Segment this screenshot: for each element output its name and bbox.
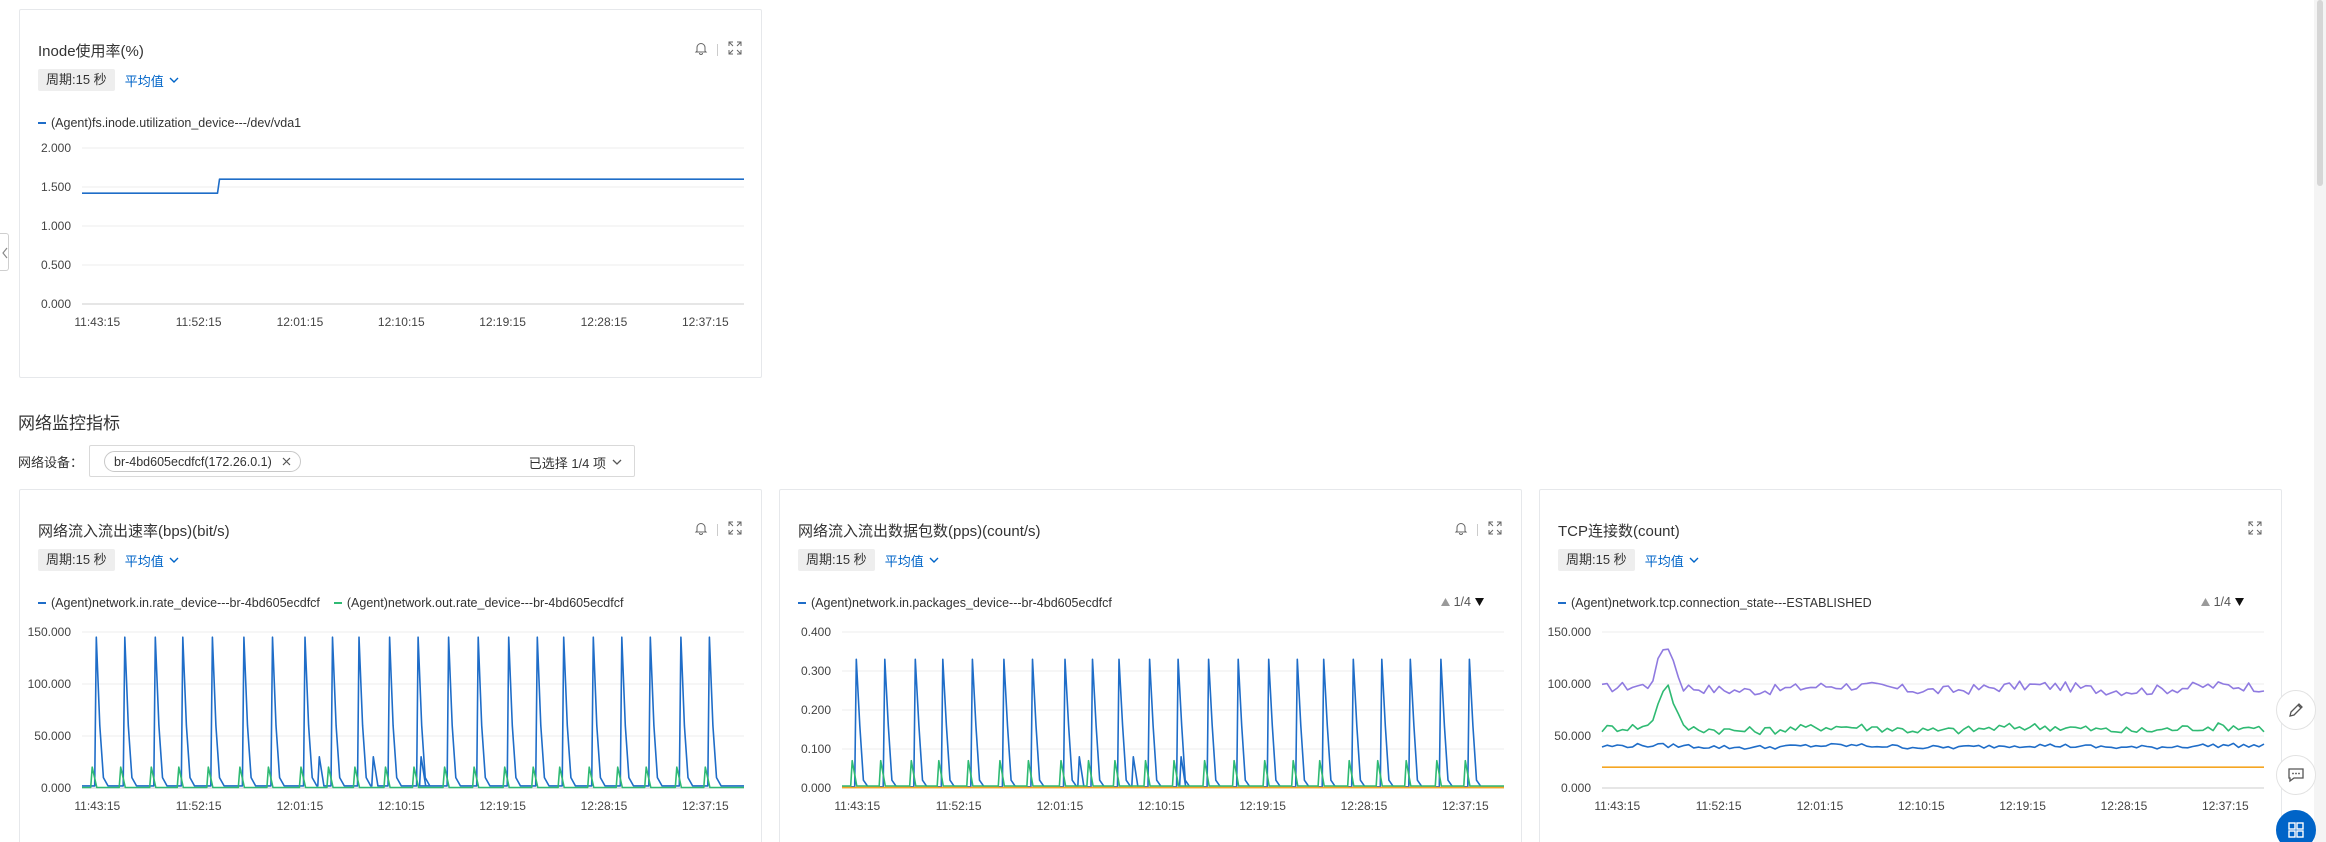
series-line <box>82 178 744 194</box>
chat-icon <box>2288 768 2304 783</box>
apps-button[interactable] <box>2276 810 2316 842</box>
edit-button[interactable] <box>2276 690 2316 730</box>
apps-icon <box>2288 822 2304 838</box>
device-tag: br-4bd605ecdfcf(172.26.0.1) <box>104 451 301 472</box>
device-selected-count: 已选择 1/4 项 <box>529 453 622 472</box>
y-tick-label: 150.000 <box>28 625 72 639</box>
y-tick-label: 50.000 <box>1554 729 1591 743</box>
x-tick-label: 12:10:15 <box>378 799 425 813</box>
device-label: 网络设备： <box>18 455 84 470</box>
y-tick-label: 0.500 <box>41 258 71 272</box>
x-tick-label: 12:10:15 <box>378 315 425 329</box>
series-line <box>1601 742 2265 750</box>
inode-chart-card: Inode使用率(%) 周期:15 秒 平均值 (Agent)fs.inode.… <box>19 9 762 378</box>
chevron-down-icon <box>612 459 622 465</box>
chevron-left-icon <box>2 247 8 259</box>
network-section-title: 网络监控指标 <box>18 414 120 433</box>
x-tick-label: 12:19:15 <box>479 315 526 329</box>
y-tick-label: 0.200 <box>801 703 831 717</box>
y-tick-label: 0.000 <box>801 781 831 795</box>
x-tick-label: 12:28:15 <box>2101 799 2148 813</box>
traffic-chart: 0.000 50.000 100.000 150.000 11:43:15 11:52:1… <box>28 625 744 813</box>
y-tick-label: 0.300 <box>801 664 831 678</box>
x-tick-label: 12:19:15 <box>1999 799 2046 813</box>
page-scrollbar[interactable] <box>2314 0 2326 842</box>
x-tick-label: 12:37:15 <box>682 799 729 813</box>
close-icon[interactable] <box>282 457 291 466</box>
x-tick-label: 12:19:15 <box>479 799 526 813</box>
x-tick-label: 12:37:15 <box>682 315 729 329</box>
device-tag-label: br-4bd605ecdfcf(172.26.0.1) <box>114 454 272 469</box>
x-tick-label: 12:19:15 <box>1239 799 1286 813</box>
y-tick-label: 0.000 <box>1561 781 1591 795</box>
traffic-chart-card: 网络流入流出速率(bps)(bit/s) 周期:15 秒 平均值 (Agent)… <box>19 489 762 842</box>
x-tick-label: 11:52:15 <box>936 799 982 813</box>
x-tick-label: 11:43:15 <box>834 799 880 813</box>
x-tick-label: 12:01:15 <box>277 315 324 329</box>
scrollbar-thumb[interactable] <box>2317 0 2323 186</box>
y-tick-label: 0.400 <box>801 625 831 639</box>
y-tick-label: 2.000 <box>41 141 71 155</box>
tcp-chart-card: TCP连接数(count) 周期:15 秒 平均值 (Agent)network… <box>1539 489 2282 842</box>
x-tick-label: 12:28:15 <box>581 799 628 813</box>
y-tick-label: 0.000 <box>41 297 71 311</box>
inode-chart: 0.000 0.500 1.000 1.500 2.000 11:43:15 11:52:1… <box>41 141 744 329</box>
tcp-chart: 0.000 50.000 100.000 150.000 11:43:15 11:52:1… <box>1548 625 2265 813</box>
y-tick-label: 0.000 <box>41 781 71 795</box>
x-tick-label: 11:43:15 <box>74 315 120 329</box>
y-tick-label: 150.000 <box>1548 625 1592 639</box>
x-tick-label: 12:01:15 <box>1037 799 1084 813</box>
edit-icon <box>2289 703 2303 717</box>
selected-count-label: 已选择 1/4 项 <box>528 456 606 471</box>
y-tick-label: 1.500 <box>41 180 71 194</box>
x-tick-label: 12:37:15 <box>2202 799 2249 813</box>
x-tick-label: 12:28:15 <box>1341 799 1388 813</box>
y-tick-label: 100.000 <box>1548 677 1592 691</box>
collapse-handle[interactable] <box>0 233 9 271</box>
x-tick-label: 12:10:15 <box>1898 799 1945 813</box>
x-tick-label: 11:52:15 <box>176 315 222 329</box>
x-tick-label: 11:52:15 <box>1696 799 1742 813</box>
y-tick-label: 0.100 <box>801 742 831 756</box>
x-tick-label: 12:01:15 <box>277 799 324 813</box>
x-tick-label: 11:52:15 <box>176 799 222 813</box>
device-select[interactable]: br-4bd605ecdfcf(172.26.0.1) 已选择 1/4 项 <box>89 445 635 477</box>
y-tick-label: 100.000 <box>28 677 72 691</box>
series-line <box>1601 648 2265 697</box>
series-line <box>82 636 744 787</box>
y-tick-label: 1.000 <box>41 219 71 233</box>
x-tick-label: 12:28:15 <box>581 315 628 329</box>
packets-chart: 0.000 0.100 0.200 0.300 0.400 11:43:15 11:52:1… <box>801 625 1504 813</box>
x-tick-label: 12:37:15 <box>1442 799 1489 813</box>
packets-chart-card: 网络流入流出数据包数(pps)(count/s) 周期:15 秒 平均值 (Ag… <box>779 489 1522 842</box>
y-tick-label: 50.000 <box>34 729 71 743</box>
x-tick-label: 12:01:15 <box>1797 799 1844 813</box>
x-tick-label: 12:10:15 <box>1138 799 1185 813</box>
chat-button[interactable] <box>2276 755 2316 795</box>
x-tick-label: 11:43:15 <box>1594 799 1640 813</box>
x-tick-label: 11:43:15 <box>74 799 120 813</box>
